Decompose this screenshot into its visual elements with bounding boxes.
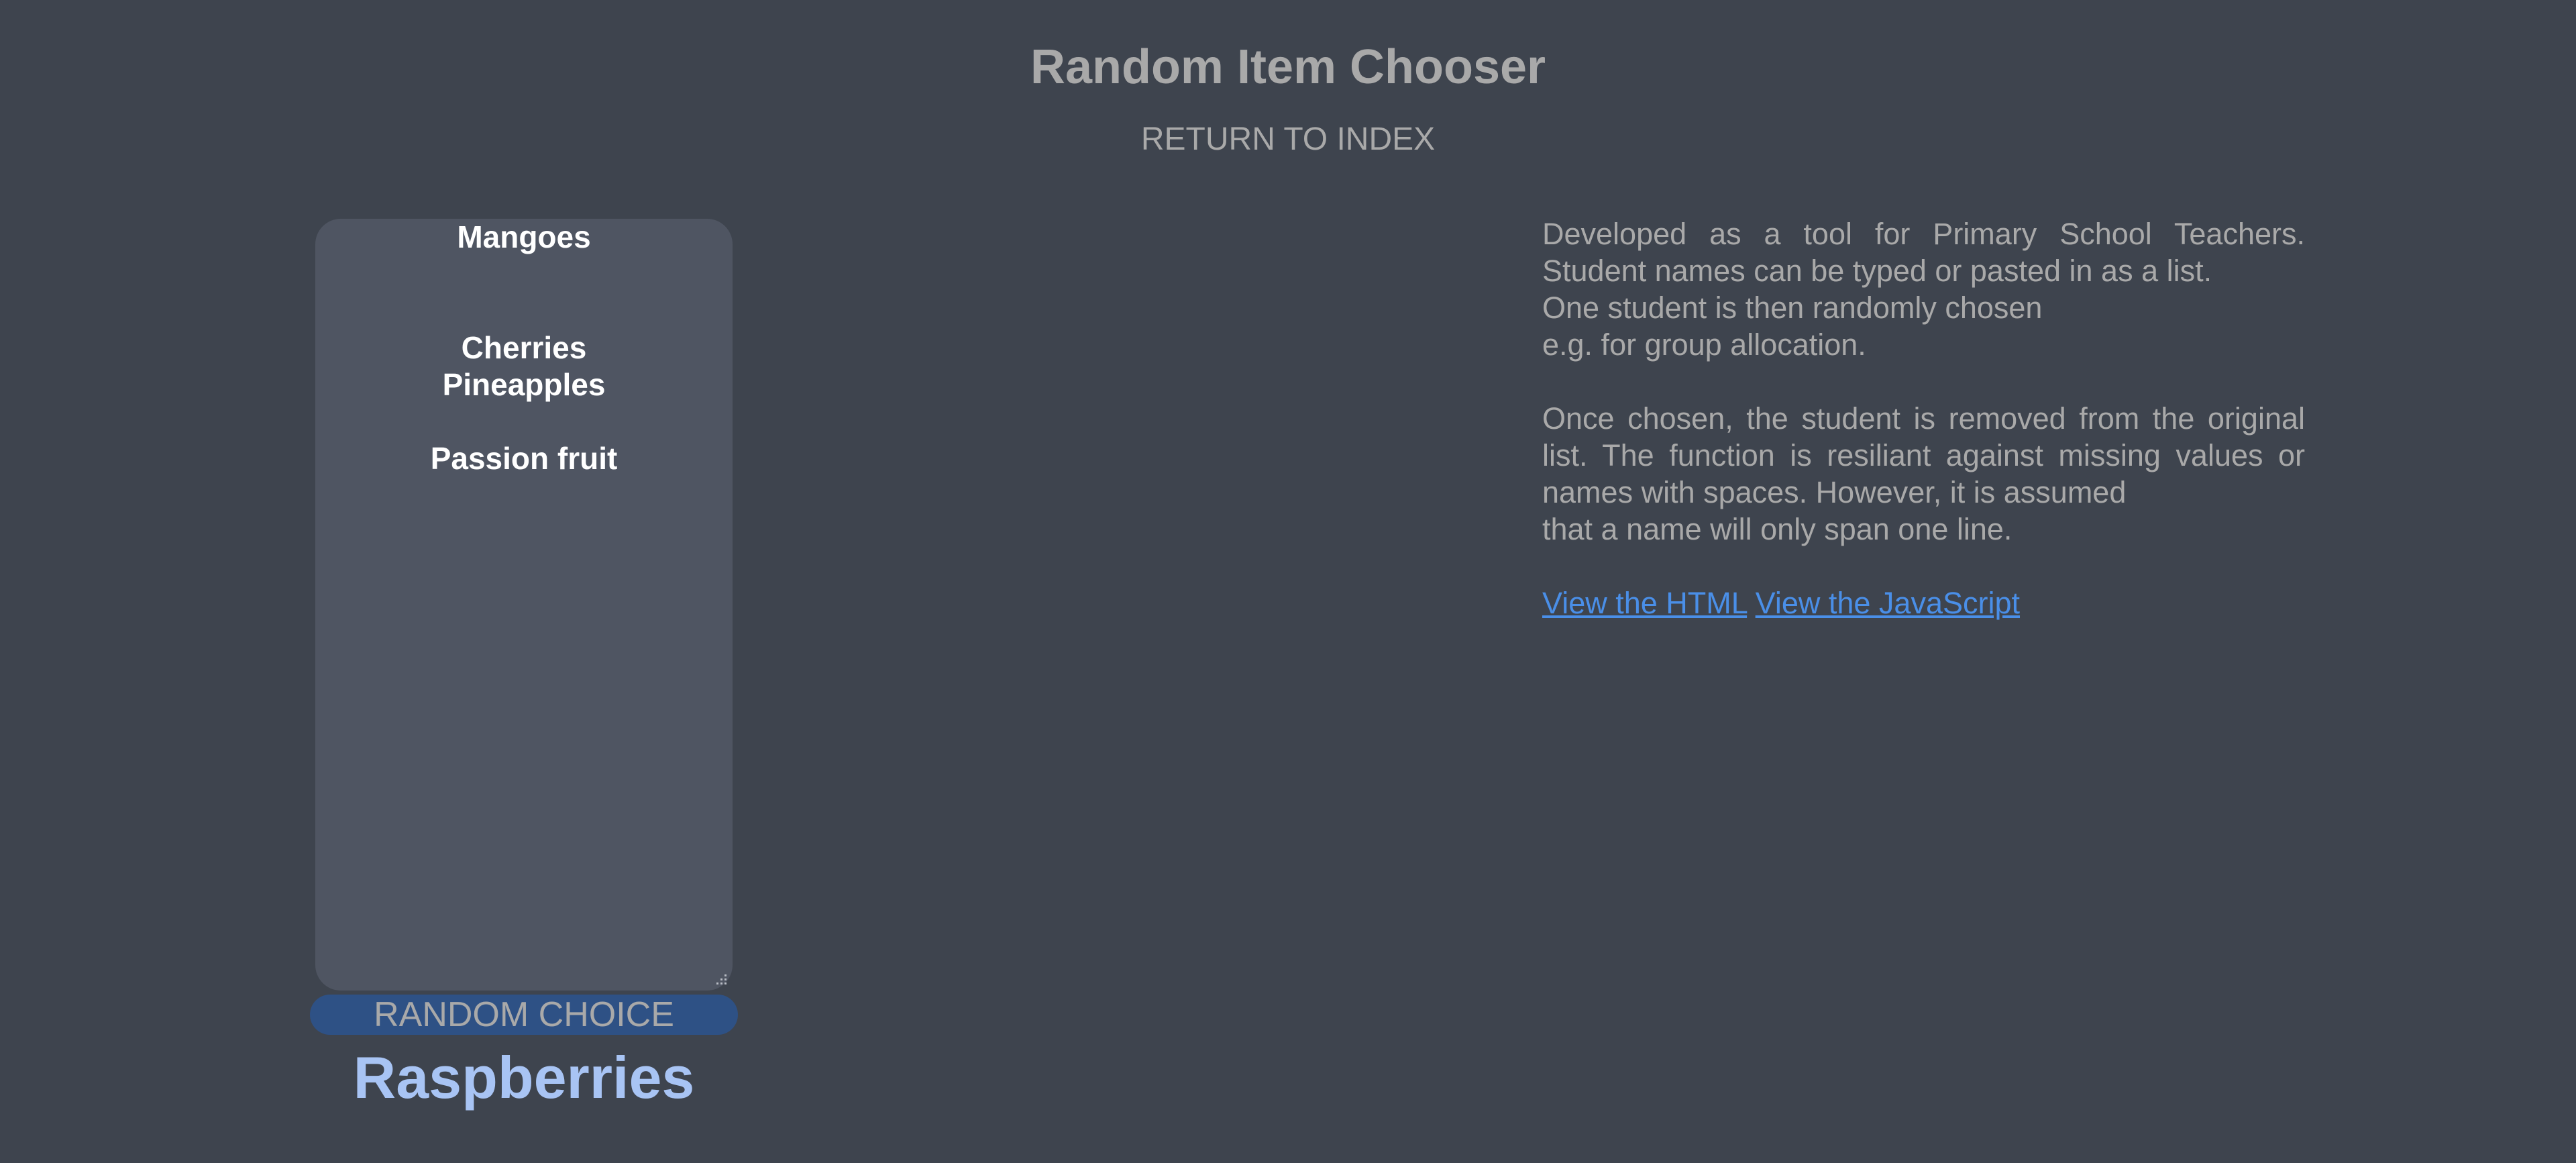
description-paragraph-1: Developed as a tool for Primary School T…	[1542, 215, 2305, 363]
page-title: Random Item Chooser	[1030, 40, 1546, 94]
view-javascript-link[interactable]: View the JavaScript	[1756, 586, 2020, 620]
description-paragraph-1-text: Developed as a tool for Primary School T…	[1542, 217, 2305, 288]
list-line: Mangoes	[457, 219, 591, 254]
description-paragraph-2-text: Once chosen, the student is removed from…	[1542, 401, 2305, 509]
page: Random Item Chooser RETURN TO INDEX Mang…	[0, 0, 2576, 1163]
description-paragraph-2: Once chosen, the student is removed from…	[1542, 400, 2305, 548]
description: Developed as a tool for Primary School T…	[1542, 215, 2305, 621]
description-paragraph-1-line-4: e.g. for group allocation.	[1542, 327, 1866, 362]
description-paragraph-1-line-3: One student is then randomly chosen	[1542, 291, 2043, 325]
list-line	[322, 403, 726, 440]
list-line: Pineapples	[442, 367, 606, 402]
item-list-content: Mangoes Cherries Pineapples Passion fruit	[322, 219, 726, 477]
list-line	[322, 256, 726, 293]
source-links: View the HTML View the JavaScript	[1542, 585, 2305, 621]
list-line: Passion fruit	[430, 441, 618, 476]
item-list-textarea[interactable]: Mangoes Cherries Pineapples Passion fruit	[315, 219, 733, 991]
list-line: Cherries	[461, 330, 587, 365]
list-line	[322, 293, 726, 330]
description-paragraph-2-last-line: that a name will only span one line.	[1542, 512, 2012, 546]
chosen-result: Raspberries	[353, 1044, 695, 1111]
return-to-index-link[interactable]: RETURN TO INDEX	[0, 119, 2576, 160]
random-choice-button[interactable]: RANDOM CHOICE	[310, 995, 738, 1035]
view-html-link[interactable]: View the HTML	[1542, 586, 1747, 620]
resize-grip-icon[interactable]	[712, 970, 729, 987]
